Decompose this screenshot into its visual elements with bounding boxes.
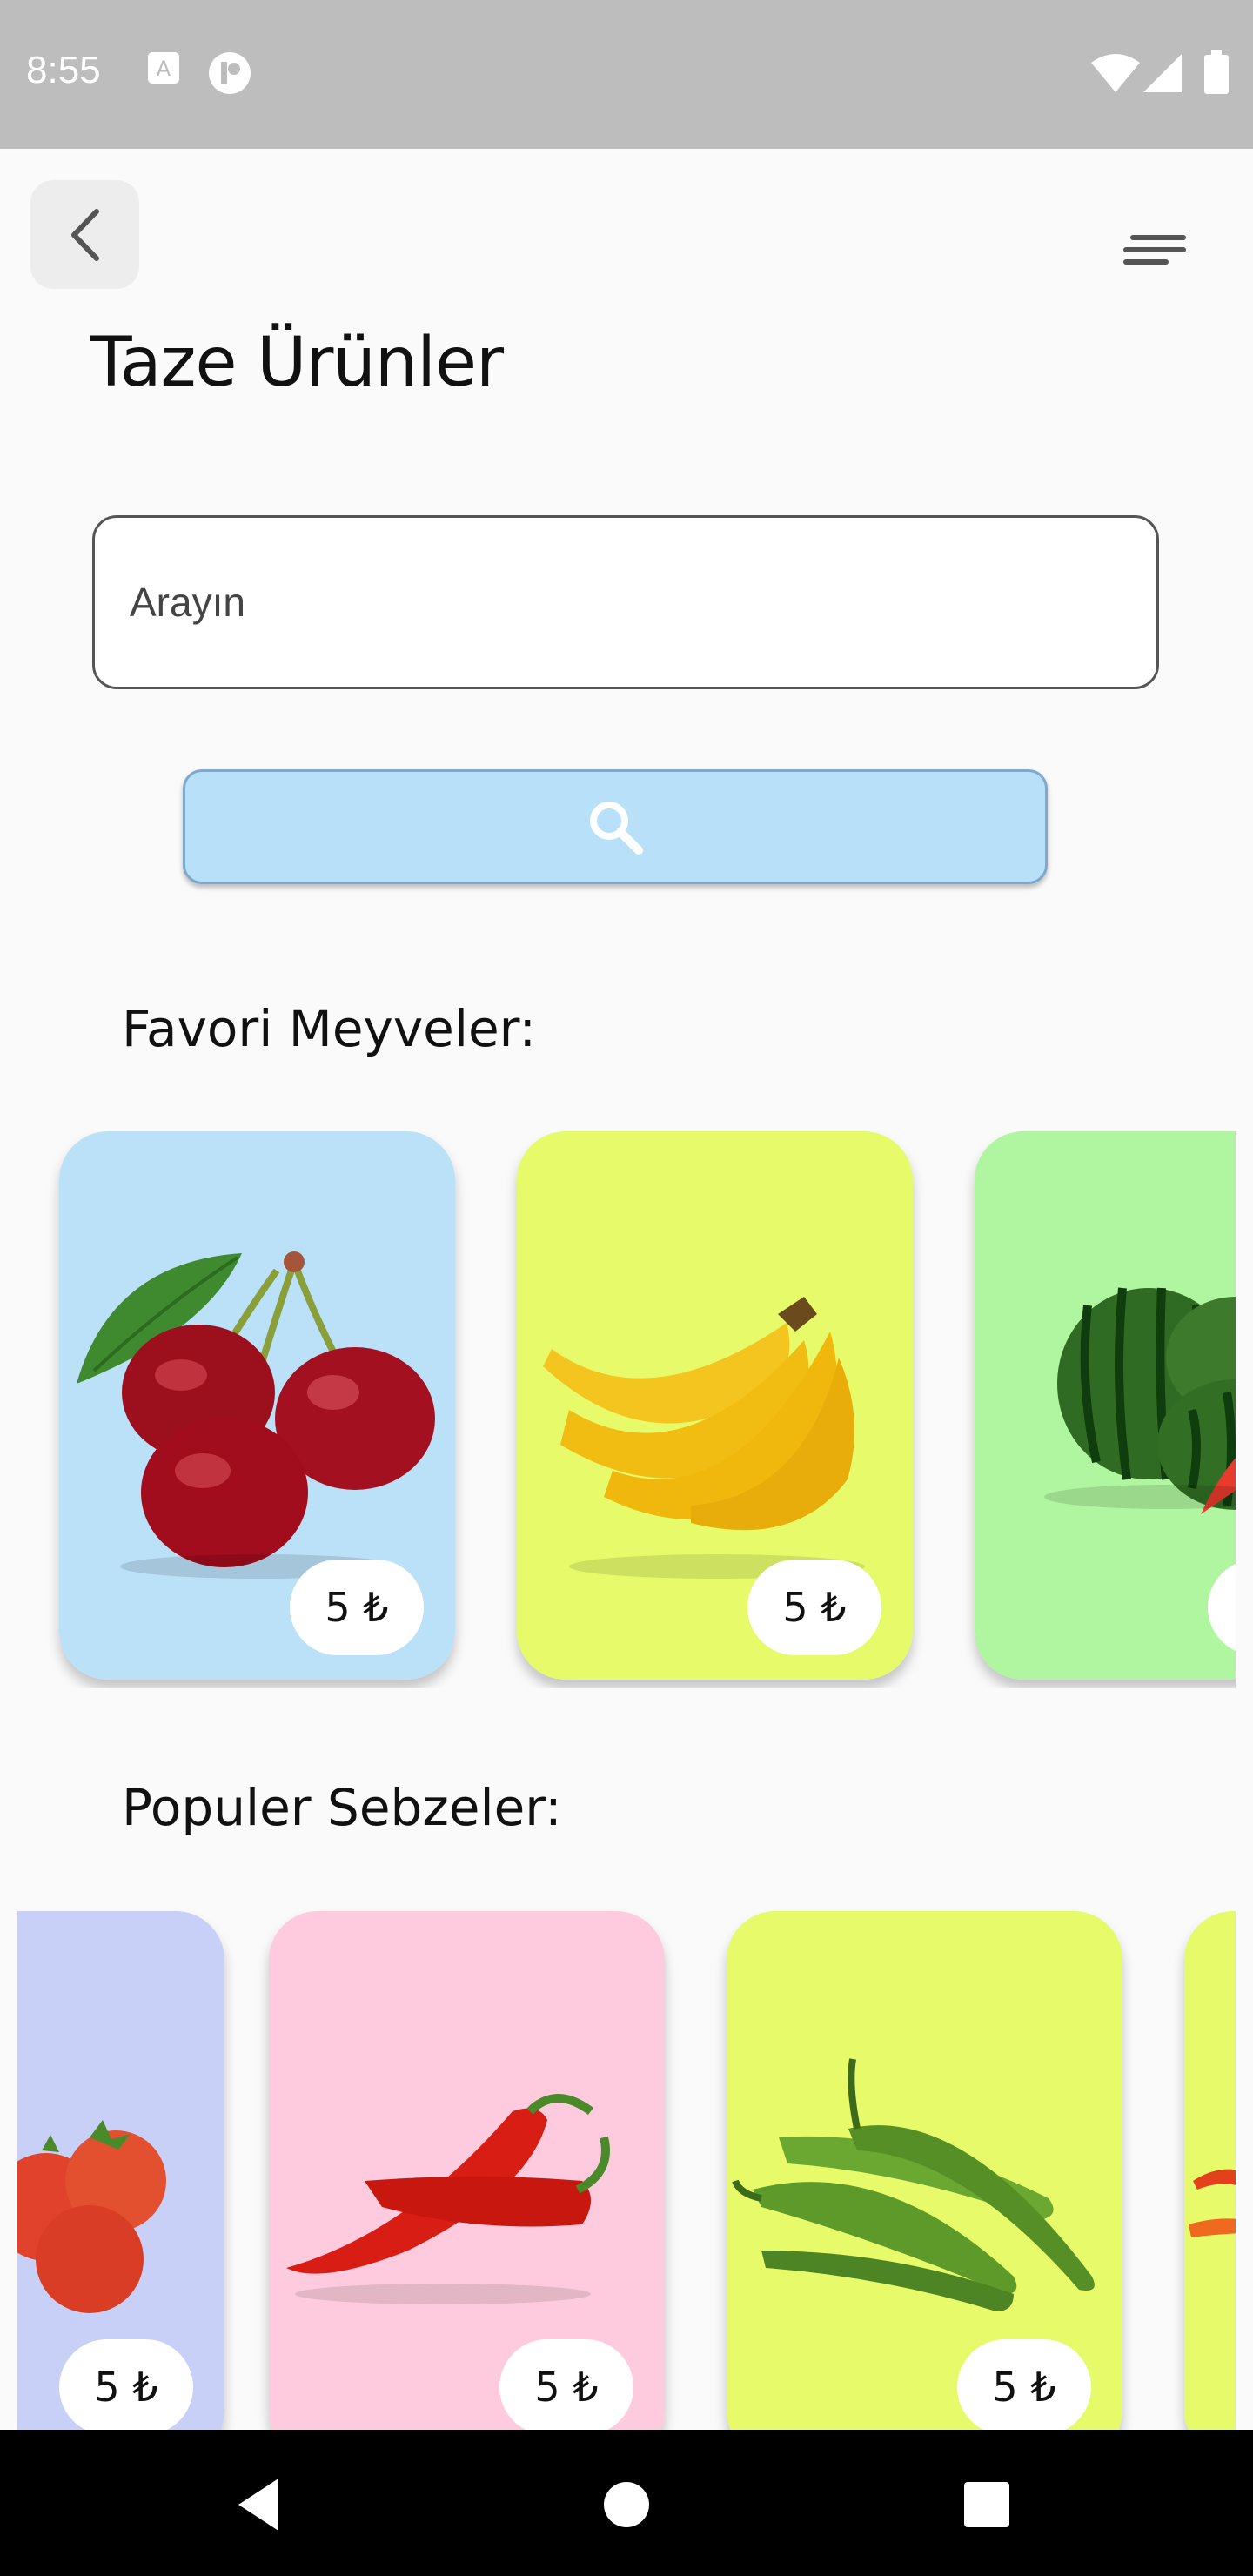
search-placeholder: Arayın xyxy=(130,580,245,625)
cell-signal-icon xyxy=(1143,54,1182,96)
favorite-fruits-title: Favori Meyveler: xyxy=(122,999,537,1058)
vegetable-card-red-pepper[interactable]: 5 ₺ xyxy=(269,1911,665,2459)
nav-back-button[interactable] xyxy=(228,2470,298,2539)
fruit-card-watermelon[interactable]: 5 ₺ xyxy=(975,1131,1236,1680)
nav-recents-button[interactable] xyxy=(952,2470,1022,2539)
status-bar: 8:55 A xyxy=(0,0,1253,149)
price-badge: 5 ₺ xyxy=(957,2339,1091,2435)
price-badge: 5 ₺ xyxy=(747,1560,881,1655)
vegetable-card-green-pepper[interactable]: 5 ₺ xyxy=(727,1911,1122,2459)
nav-recents-icon xyxy=(964,2482,1009,2527)
keyboard-icon: A xyxy=(146,50,181,89)
vegetable-card-tomato[interactable]: 5 ₺ xyxy=(17,1911,224,2459)
price-badge: 5 ₺ xyxy=(290,1560,424,1655)
battery-icon xyxy=(1204,50,1229,97)
price-badge: 5 ₺ xyxy=(59,2339,193,2435)
fruit-card-banana[interactable]: 5 ₺ xyxy=(517,1131,913,1680)
svg-text:A: A xyxy=(157,57,171,81)
vegetables-carousel[interactable]: 5 ₺ 5 ₺ 5 ₺ 5 ₺ xyxy=(17,1911,1236,2468)
search-icon xyxy=(590,802,643,855)
wifi-icon xyxy=(1091,54,1140,96)
nav-back-icon xyxy=(238,2479,278,2531)
back-button[interactable] xyxy=(30,180,139,289)
sort-menu-button[interactable] xyxy=(1118,228,1188,272)
fruits-carousel[interactable]: 5 ₺ 5 ₺ 5 ₺ xyxy=(0,1131,1236,1688)
search-input[interactable]: Arayın xyxy=(92,515,1159,689)
watermelon-image xyxy=(975,1131,1236,1680)
price-badge: 5 ₺ xyxy=(499,2339,633,2435)
vegetable-card-chili-pepper[interactable]: 5 ₺ xyxy=(1184,1911,1236,2459)
nav-home-icon xyxy=(604,2482,649,2527)
system-nav-bar xyxy=(0,2430,1253,2576)
search-button[interactable] xyxy=(183,769,1048,884)
status-time: 8:55 xyxy=(26,49,101,91)
sort-lines-icon xyxy=(1123,235,1186,265)
fruit-card-cherry[interactable]: 5 ₺ xyxy=(59,1131,455,1680)
page-title: Taze Ürünler xyxy=(90,324,504,402)
app-notification-icon xyxy=(207,50,252,99)
chevron-left-icon xyxy=(70,208,99,261)
nav-home-button[interactable] xyxy=(592,2470,661,2539)
chili-pepper-image xyxy=(1184,1911,1236,2459)
popular-vegetables-title: Populer Sebzeler: xyxy=(122,1778,562,1837)
